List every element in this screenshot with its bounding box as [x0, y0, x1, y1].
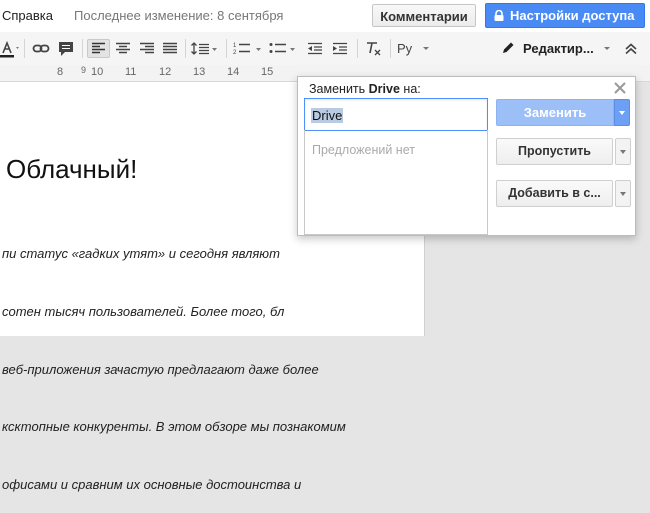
misspelled-word: Drive: [368, 82, 400, 96]
add-to-dictionary-button[interactable]: Добавить в с...: [496, 180, 613, 207]
chevron-down-icon: [620, 150, 626, 154]
document-heading: Облачный!: [6, 154, 138, 184]
comments-button[interactable]: Комментарии: [372, 4, 476, 27]
document-paragraph: пи статус «гадких утят» и сегодня являют…: [2, 206, 422, 513]
bulleted-list-button[interactable]: [268, 39, 298, 58]
add-options-button[interactable]: [615, 180, 631, 207]
ruler-mark: 14: [227, 66, 240, 78]
paragraph-line: пи статус «гадких утят» и сегодня являют: [2, 246, 280, 262]
ruler-mark: 11: [125, 66, 137, 78]
align-center-button[interactable]: [113, 39, 133, 58]
numbered-list-button[interactable]: 12: [232, 39, 264, 58]
replace-options-button[interactable]: [614, 99, 630, 126]
ruler-mark: 8: [57, 66, 64, 78]
input-tools-button[interactable]: Ру: [397, 41, 431, 60]
comment-icon: [59, 42, 73, 56]
ruler-mark: 12: [159, 66, 172, 78]
replace-button[interactable]: Заменить: [496, 99, 614, 126]
collapse-menu-button[interactable]: [623, 39, 639, 58]
increase-indent-icon: [333, 42, 347, 55]
skip-options-button[interactable]: [615, 138, 631, 165]
double-chevron-up-icon: [625, 43, 637, 55]
line-spacing-icon: [191, 42, 217, 55]
decrease-indent-button[interactable]: [305, 39, 325, 58]
text-color-button[interactable]: [0, 39, 22, 58]
ruler-mark: 9: [81, 65, 87, 75]
clear-formatting-button[interactable]: [364, 39, 384, 58]
align-left-icon: [92, 42, 105, 54]
ruler-mark: 10: [91, 66, 104, 78]
line-spacing-button[interactable]: [190, 39, 220, 58]
paragraph-line: офисами и сравним их основные достоинств…: [2, 476, 302, 492]
editing-mode-button[interactable]: Редактир...: [501, 41, 613, 60]
menu-help[interactable]: Справка: [2, 8, 53, 23]
chevron-down-icon: [619, 111, 625, 115]
align-justify-button[interactable]: [160, 39, 180, 58]
no-suggestions-text: Предложений нет: [312, 143, 415, 157]
increase-indent-button[interactable]: [330, 39, 350, 58]
heading-prefix: Заменить: [309, 82, 369, 96]
input-tools-chevron-down-icon: [423, 47, 429, 50]
link-icon: [32, 44, 50, 53]
share-button[interactable]: Настройки доступа: [485, 3, 645, 28]
paragraph-line: ксктопные конкуренты. В этом обзоре мы п…: [2, 419, 346, 435]
pencil-icon: [503, 42, 514, 53]
spellcheck-heading: Заменить Drive на:: [309, 82, 421, 96]
align-left-button[interactable]: [87, 39, 110, 58]
numbered-list-icon: 12: [233, 43, 261, 56]
editing-mode-label: Редактир...: [523, 41, 594, 56]
suggestions-list[interactable]: Предложений нет: [304, 130, 488, 235]
paragraph-line: веб-приложения зачастую предлагают даже …: [2, 361, 319, 377]
heading-suffix: на:: [399, 82, 421, 96]
align-right-button[interactable]: [137, 39, 157, 58]
spellcheck-dialog: Заменить Drive на: Drive Предложений нет…: [297, 76, 636, 236]
text-color-icon: [0, 40, 19, 58]
top-bar: Справка Последнее изменение: 8 сентября …: [0, 0, 650, 32]
lock-icon: [494, 10, 504, 21]
insert-comment-button[interactable]: [57, 39, 75, 58]
clear-formatting-icon: [367, 42, 381, 56]
insert-link-button[interactable]: [32, 39, 50, 58]
replace-split-button: Заменить: [496, 99, 631, 126]
svg-text:1: 1: [233, 43, 237, 49]
align-right-icon: [140, 42, 154, 54]
ruler-mark: 15: [261, 66, 274, 78]
input-tools-label: Ру: [397, 41, 413, 56]
replacement-input[interactable]: Drive: [304, 98, 488, 131]
bulleted-list-icon: [269, 43, 295, 53]
decrease-indent-icon: [308, 42, 322, 55]
paragraph-line: сотен тысяч пользователей. Более того, б…: [2, 304, 285, 320]
svg-text:2: 2: [233, 50, 237, 56]
close-icon[interactable]: [613, 81, 627, 95]
replacement-input-value: Drive: [311, 108, 344, 123]
chevron-down-icon: [620, 192, 626, 196]
skip-button[interactable]: Пропустить: [496, 138, 613, 165]
formatting-toolbar: 12 Ру Редактир...: [0, 32, 650, 66]
align-center-icon: [116, 42, 130, 54]
last-edit-status[interactable]: Последнее изменение: 8 сентября: [74, 8, 283, 23]
editing-mode-chevron-down-icon: [604, 47, 610, 50]
ruler-mark: 13: [193, 66, 206, 78]
align-justify-icon: [163, 42, 177, 54]
share-button-label: Настройки доступа: [510, 8, 635, 23]
